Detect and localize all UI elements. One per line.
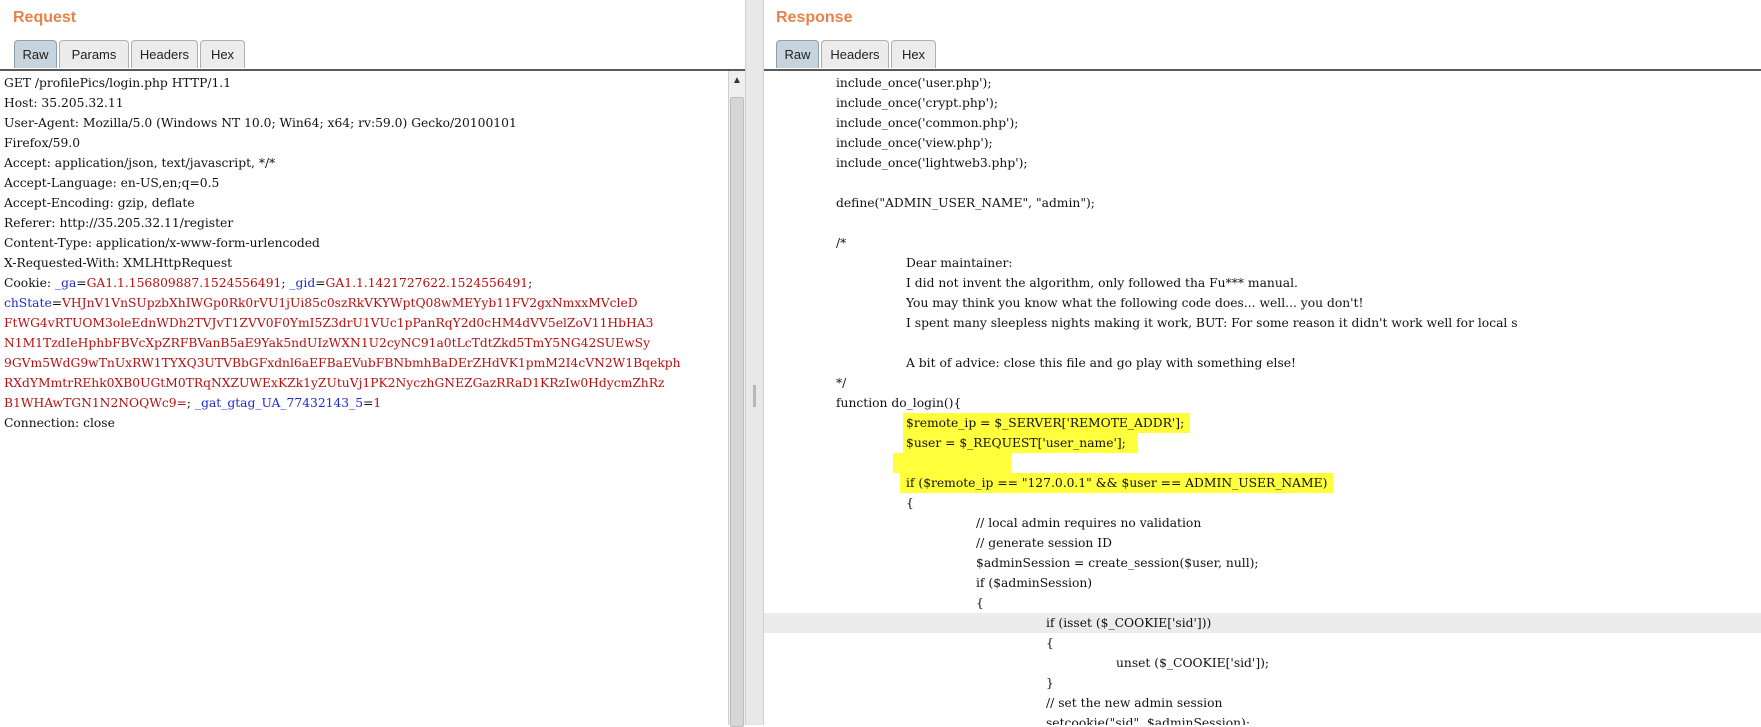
request-tab-hex[interactable]: Hex [200,40,245,68]
request-line: Accept: application/json, text/javascrip… [4,156,276,170]
response-line [764,173,1761,193]
response-line-highlight-blank [764,453,1761,473]
response-raw-editor[interactable]: include_once('user.php'); include_once('… [764,71,1761,725]
response-line: // set the new admin session [1046,696,1223,710]
request-cookie-line: FtWG4vRTUOM3oleEdnWDh2TVJvT1ZVV0F0YmI5Z3… [4,316,654,330]
response-line: { [1046,636,1054,650]
cookie-key-gat: _gat_gtag_UA_77432143_5 [194,396,364,410]
request-line: User-Agent: Mozilla/5.0 (Windows NT 10.0… [4,116,517,130]
request-tab-headers[interactable]: Headers [131,40,198,68]
request-raw-editor[interactable]: GET /profilePics/login.php HTTP/1.1 Host… [0,71,728,725]
response-line: Dear maintainer: [906,256,1013,270]
response-line: /* [836,236,847,250]
request-cookie-line: Cookie: _ga=GA1.1.156809887.1524556491; … [4,276,533,290]
request-cookie-line: B1WHAwTGN1N2NOQWc9=; _gat_gtag_UA_774321… [4,396,382,410]
cookie-key-chstate: chState [4,296,52,310]
response-line: I did not invent the algorithm, only fol… [906,276,1298,290]
request-line: GET /profilePics/login.php HTTP/1.1 [4,76,232,90]
request-cookie-line: 9GVm5WdG9wTnUxRW1TYXQ3UTVBbGFxdnl6aEFBaE… [4,356,681,370]
request-tab-params[interactable]: Params [59,40,129,68]
cookie-value-gat: 1 [373,396,382,410]
request-tabbar: Raw Params Headers Hex [0,40,745,71]
request-scrollbar-thumb[interactable] [730,97,744,727]
request-cookie-line: chState=VHJnV1VnSUpzbXhIWGp0Rk0rVU1jUi85… [4,296,638,310]
cookie-key-gid: _gid [289,276,316,290]
request-line: Content-Type: application/x-www-form-url… [4,236,320,250]
response-line: { [976,596,984,610]
cookie-label: Cookie: [4,276,55,290]
response-line [764,213,1761,233]
response-line-highlighted: if ($remote_ip == "127.0.0.1" && $user =… [764,473,1761,493]
cookie-value-gid: GA1.1.1421727622.1524556491 [325,276,529,290]
response-tab-hex[interactable]: Hex [891,40,936,68]
request-line: Accept-Language: en-US,en;q=0.5 [4,176,220,190]
response-title: Response [776,9,853,26]
response-tabbar: Raw Headers Hex [764,40,1761,71]
cookie-value-chstate: VHJnV1VnSUpzbXhIWGp0Rk0rVU1jUi85c0szRkVK… [62,296,638,310]
request-cookie-line: RXdYMmtrREhk0XB0UGtM0TRqNXZUWExKZk1yZUtu… [4,376,665,390]
response-line: if ($adminSession) [976,576,1093,590]
request-line: Referer: http://35.205.32.11/register [4,216,234,230]
response-line: include_once('lightweb3.php'); [836,156,1028,170]
request-cookie-line: N1M1TzdIeHphbFBVcXpZRFBVanB5aE9Yak5ndUIz… [4,336,651,350]
cookie-key-ga: _ga [54,276,77,290]
response-line: include_once('view.php'); [836,136,993,150]
response-line: define("ADMIN_USER_NAME", "admin"); [836,196,1095,210]
response-line: // local admin requires no validation [976,516,1202,530]
response-line [764,333,1761,353]
response-line-current: if (isset ($_COOKIE['sid'])) [764,613,1761,633]
request-line: Connection: close [4,416,115,430]
request-line: Accept-Encoding: gzip, deflate [4,196,195,210]
response-line: I spent many sleepless nights making it … [906,316,1518,330]
cookie-value-ga: GA1.1.156809887.1524556491 [86,276,282,290]
request-line: Host: 35.205.32.11 [4,96,124,110]
response-tab-raw[interactable]: Raw [776,40,819,68]
response-line: */ [836,376,847,390]
response-line: unset ($_COOKIE['sid']); [1116,656,1270,670]
request-pane: Request Raw Params Headers Hex GET /prof… [0,0,745,727]
splitter-grip-icon[interactable] [753,385,756,407]
request-title: Request [13,9,77,26]
response-line-highlighted: $user = $_REQUEST['user_name']; [764,433,1761,453]
request-line: X-Requested-With: XMLHttpRequest [4,256,233,270]
response-line: include_once('crypt.php'); [836,96,998,110]
response-line: setcookie("sid", $adminSession); [1046,716,1250,725]
response-line: function do_login(){ [836,396,962,410]
response-line: include_once('user.php'); [836,76,992,90]
response-tab-headers[interactable]: Headers [821,40,889,68]
scroll-up-arrow-icon[interactable]: ▲ [729,74,745,88]
response-line: include_once('common.php'); [836,116,1019,130]
response-pane: Response Raw Headers Hex include_once('u… [764,0,1761,725]
cookie-value-chstate-end: B1WHAwTGN1N2NOQWc9= [4,396,187,410]
response-line: A bit of advice: close this file and go … [906,356,1296,370]
pane-splitter[interactable] [745,0,764,725]
response-line: $adminSession = create_session($user, nu… [976,556,1259,570]
request-vertical-scrollbar[interactable]: ▲ [728,71,745,727]
response-line: // generate session ID [976,536,1112,550]
response-line: { [906,496,914,510]
response-line-highlighted: $remote_ip = $_SERVER['REMOTE_ADDR']; [764,413,1761,433]
response-line: } [1046,676,1054,690]
request-line: Firefox/59.0 [4,136,81,150]
response-line: You may think you know what the followin… [906,296,1364,310]
request-tab-raw[interactable]: Raw [14,40,57,68]
